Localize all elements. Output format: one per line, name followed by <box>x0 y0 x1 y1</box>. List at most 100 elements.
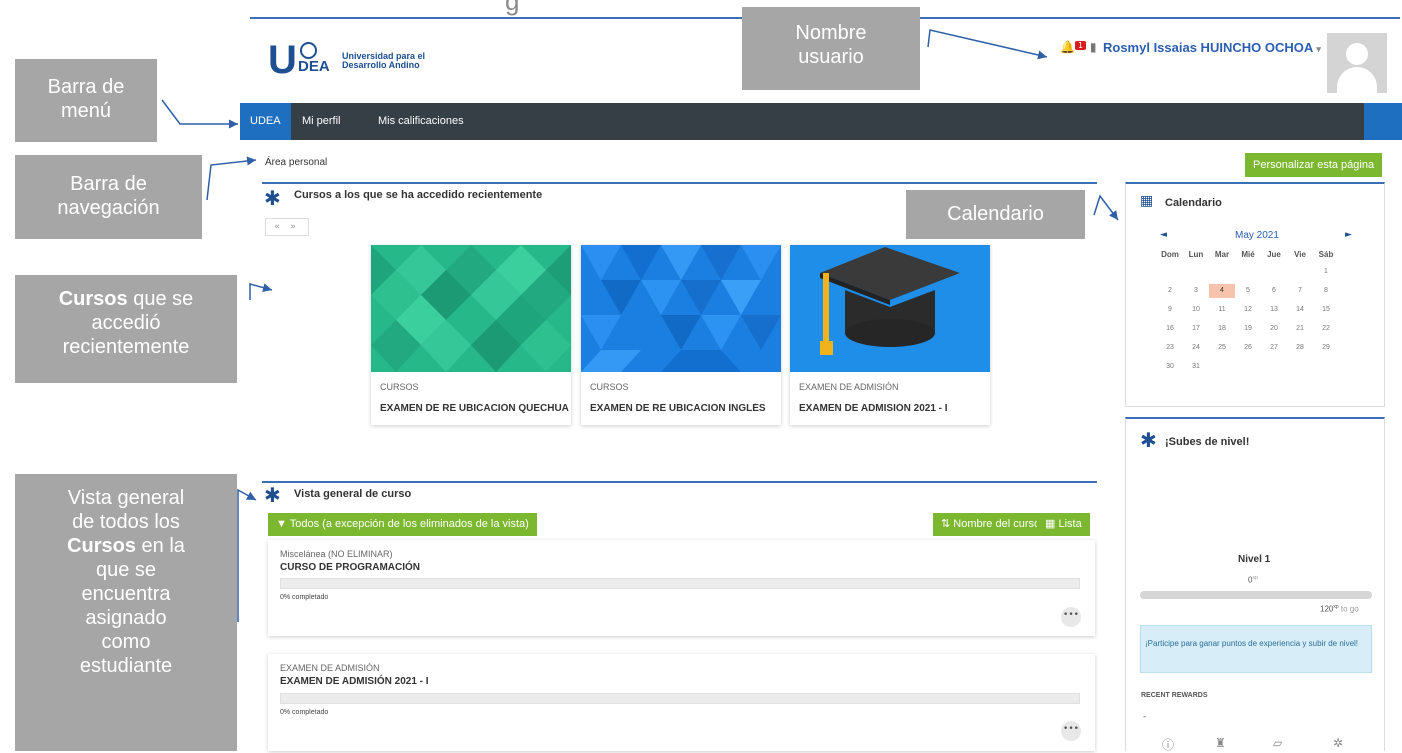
course-name[interactable]: EXAMEN DE RE UBICACIÓN INGLÉS <box>590 403 782 414</box>
calendar-icon: ▦ <box>1140 193 1154 209</box>
course-list-item[interactable]: EXAMEN DE ADMISIÓN EXAMEN DE ADMISIÓN 20… <box>268 654 1095 751</box>
calendar-day[interactable]: 20 <box>1261 322 1287 336</box>
course-name[interactable]: EXAMEN DE ADMISIÓN 2021 - I <box>799 403 991 414</box>
level-progress-bar <box>1140 591 1372 599</box>
chevron-down-icon[interactable]: ▾ <box>1316 44 1321 54</box>
avatar[interactable] <box>1327 33 1387 93</box>
logo-sub: DEA <box>298 58 330 75</box>
calendar-day[interactable]: 21 <box>1287 322 1313 336</box>
xp-to-go: 120xp to go <box>1320 604 1359 614</box>
calendar-weekday: Dom <box>1161 250 1179 259</box>
document-icon[interactable]: ▱ <box>1273 736 1282 750</box>
calendar-day[interactable]: 27 <box>1261 341 1287 355</box>
calendar-day[interactable]: 3 <box>1183 284 1209 298</box>
calendar-day[interactable]: 29 <box>1313 341 1339 355</box>
view-mode-button[interactable]: ▦ Lista <box>1037 513 1090 536</box>
chat-icon[interactable]: ▮ <box>1090 40 1097 54</box>
info-icon[interactable]: ⓘ <box>1162 736 1174 753</box>
calendar-day[interactable]: 15 <box>1313 303 1339 317</box>
calendar-day[interactable]: 25 <box>1209 341 1235 355</box>
sort-button[interactable]: ⇅ Nombre del curso <box>933 513 1049 536</box>
nav-item-udea[interactable]: UDEA <box>240 103 291 140</box>
course-name[interactable]: CURSO DE PROGRAMACIÓN <box>280 562 420 573</box>
asterisk-icon: ✱ <box>264 483 281 507</box>
callout-barra-menu: Barra de menú <box>15 59 157 142</box>
callout-text: estudiante <box>79 655 173 677</box>
calendar-day[interactable]: 12 <box>1235 303 1261 317</box>
calendar-day[interactable]: 16 <box>1157 322 1183 336</box>
notifications[interactable]: 🔔 1 ▮ <box>1060 40 1096 54</box>
calendar-day[interactable]: 9 <box>1157 303 1183 317</box>
calendar-day[interactable]: 2 <box>1157 284 1183 298</box>
calendar-weekday: Lun <box>1188 250 1204 259</box>
filter-dropdown-button[interactable]: ▼ Todos (a excepción de los eliminados d… <box>268 513 537 536</box>
calendar-day[interactable]: 31 <box>1183 360 1209 374</box>
calendar-day[interactable]: 30 <box>1157 360 1183 374</box>
breadcrumb[interactable]: Área personal <box>265 157 327 168</box>
arrow-calendario <box>1093 194 1119 221</box>
calendar-day[interactable]: 13 <box>1261 303 1287 317</box>
calendar-day[interactable]: 23 <box>1157 341 1183 355</box>
site-logo[interactable]: U DEA Universidad para el Desarrollo And… <box>268 40 438 82</box>
calendar-day[interactable]: 1 <box>1313 265 1339 279</box>
overview-block-divider <box>262 481 1097 483</box>
calendar-day[interactable]: 8 <box>1313 284 1339 298</box>
next-month-button[interactable]: ► <box>1345 230 1352 240</box>
prev-month-button[interactable]: ◄ <box>1160 230 1167 240</box>
calendar-weekday: Mar <box>1214 250 1230 259</box>
course-image <box>371 245 571 372</box>
arrow-menu <box>161 99 238 129</box>
bell-icon[interactable]: 🔔 <box>1060 40 1075 54</box>
recent-pager[interactable]: « » <box>265 218 309 236</box>
nav-end-accent <box>1364 103 1402 140</box>
callout-text: recientemente <box>62 336 190 358</box>
course-name[interactable]: EXAMEN DE ADMISIÓN 2021 - I <box>280 676 429 687</box>
nav-item-mis-calificaciones[interactable]: Mis calificaciones <box>368 103 474 140</box>
calendar-day[interactable]: 24 <box>1183 341 1209 355</box>
calendar-day-today[interactable]: 4 <box>1209 284 1235 298</box>
grid-icon: ▦ <box>1045 518 1056 530</box>
calendar-day[interactable]: 14 <box>1287 303 1313 317</box>
calendar-day[interactable]: 7 <box>1287 284 1313 298</box>
course-image <box>581 245 781 372</box>
recent-rewards-title: RECENT REWARDS <box>1141 692 1208 699</box>
calendar-day[interactable]: 28 <box>1287 341 1313 355</box>
calendar-month[interactable]: May 2021 <box>1235 230 1279 241</box>
calendar-weekday: Jue <box>1267 250 1281 259</box>
customize-page-button[interactable]: Personalizar esta página <box>1245 153 1383 177</box>
calendar-day[interactable]: 10 <box>1183 303 1209 317</box>
user-name[interactable]: Rosmyl Issaias HUINCHO OCHOA <box>1103 40 1313 55</box>
course-list-item[interactable]: Miscelánea (NO ELIMINAR) CURSO DE PROGRA… <box>268 540 1095 636</box>
calendar-day[interactable]: 19 <box>1235 322 1261 336</box>
more-actions-button[interactable]: ••• <box>1061 721 1081 741</box>
asterisk-icon: ✱ <box>264 186 281 210</box>
calendar-day[interactable]: 22 <box>1313 322 1339 336</box>
course-card[interactable]: CURSOS EXAMEN DE RE UBICACIÓN INGLÉS <box>581 245 781 425</box>
callout-cursos-recientes: Cursos que se accedió recientemente <box>15 275 237 383</box>
overview-title: Vista general de curso <box>294 488 412 500</box>
callout-vista-general: Vista general de todos los Cursos en la … <box>15 474 237 751</box>
xp-to-go-number: 120 <box>1320 604 1334 614</box>
course-image <box>790 245 990 372</box>
avatar-head <box>1346 43 1368 65</box>
course-name[interactable]: EXAMEN DE RE UBICACIÓN QUECHUA <box>380 403 572 414</box>
callout-text: navegación <box>57 197 160 219</box>
nav-item-mi-perfil[interactable]: Mi perfil <box>292 103 351 140</box>
course-card[interactable]: CURSOS EXAMEN DE RE UBICACIÓN QUECHUA <box>371 245 571 425</box>
logo-letter: U <box>268 38 297 82</box>
more-actions-button[interactable]: ••• <box>1061 607 1081 627</box>
calendar-day[interactable]: 18 <box>1209 322 1235 336</box>
calendar-day[interactable]: 11 <box>1209 303 1235 317</box>
calendar-day[interactable]: 5 <box>1235 284 1261 298</box>
callout-barra-navegacion: Barra de navegación <box>15 155 202 239</box>
gear-icon[interactable]: ✲ <box>1333 736 1343 750</box>
user-menu[interactable]: Rosmyl Issaias HUINCHO OCHOA ▾ <box>1103 40 1321 55</box>
calendar-day[interactable]: 26 <box>1235 341 1261 355</box>
calendar-day[interactable]: 6 <box>1261 284 1287 298</box>
course-card[interactable]: EXAMEN DE ADMISIÓN EXAMEN DE ADMISIÓN 20… <box>790 245 990 425</box>
xp-value: 0xp <box>1248 575 1258 585</box>
trophy-icon[interactable]: ♜ <box>1215 736 1226 750</box>
callout-text: Barra de <box>47 76 125 98</box>
callout-text: Barra de <box>70 173 147 195</box>
calendar-day[interactable]: 17 <box>1183 322 1209 336</box>
